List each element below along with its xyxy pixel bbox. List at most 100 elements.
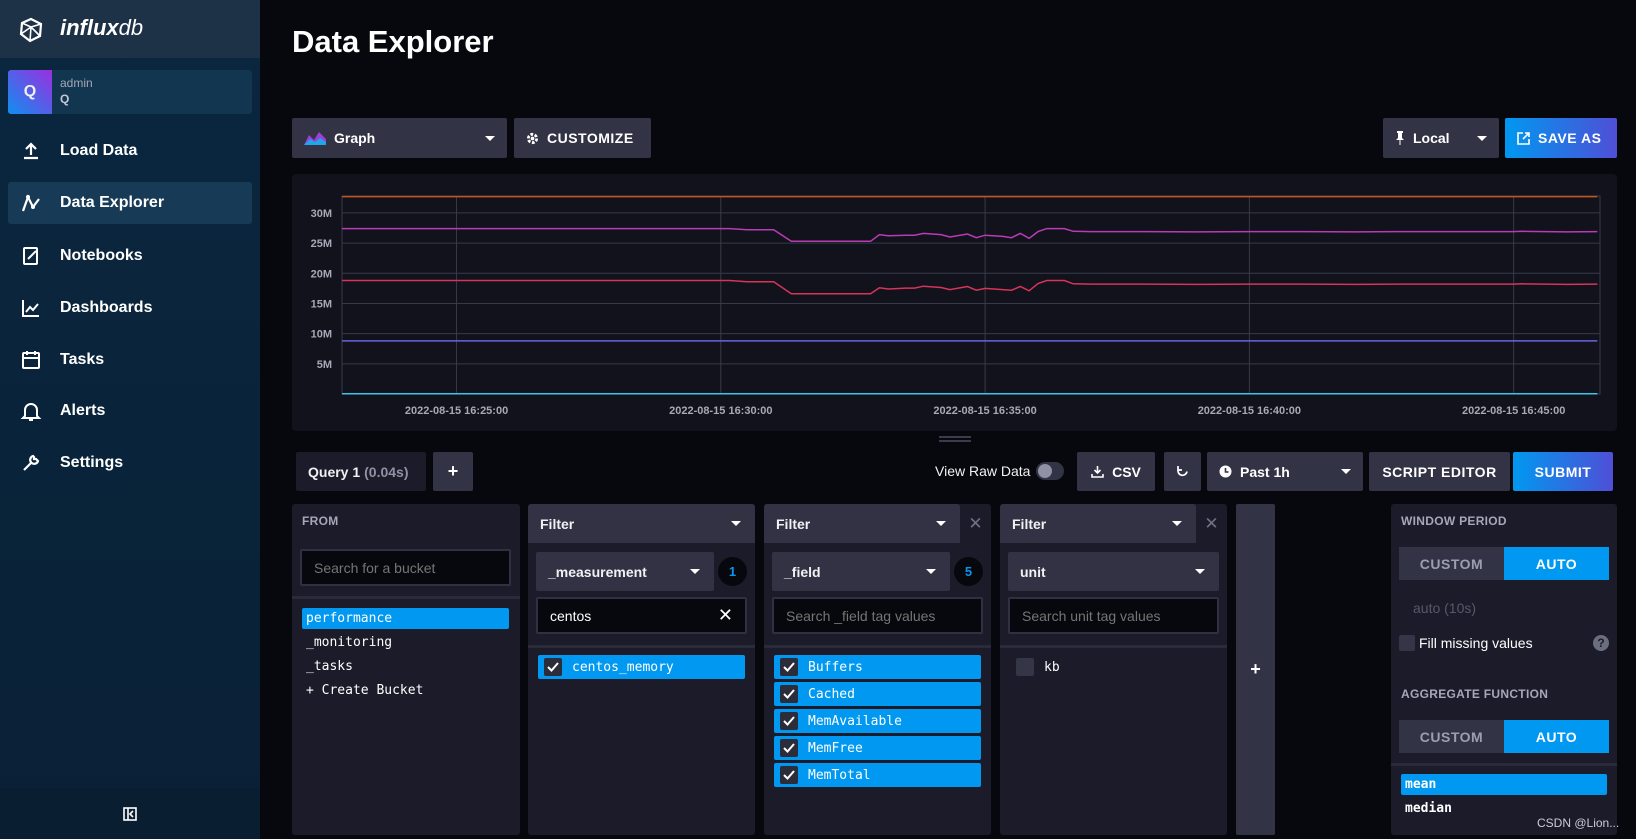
chevron-down-icon	[485, 135, 495, 141]
submit-button[interactable]: SUBMIT	[1513, 452, 1613, 491]
create-bucket-button[interactable]: + Create Bucket	[302, 680, 509, 701]
function-item-mean[interactable]: mean	[1401, 774, 1607, 795]
bucket-item-tasks[interactable]: _tasks	[302, 656, 509, 677]
bucket-search-input[interactable]	[300, 549, 511, 586]
sidebar-item-label: Load Data	[60, 142, 138, 159]
sidebar-item-label: Notebooks	[60, 247, 143, 264]
tag-search-input[interactable]: centos ✕	[536, 597, 747, 634]
tag-value-list: centos_memory	[538, 655, 745, 679]
window-auto-button[interactable]: AUTO	[1504, 547, 1609, 580]
function-auto-button[interactable]: AUTO	[1504, 720, 1609, 753]
tag-key-dropdown[interactable]: unit	[1008, 552, 1219, 591]
divider	[292, 596, 520, 599]
sidebar-item-label: Alerts	[60, 402, 106, 419]
logo-text: influxdb	[60, 15, 143, 41]
chevron-down-icon	[1172, 521, 1182, 526]
filter-header-label: Filter	[540, 515, 575, 532]
tag-value-list: Buffers Cached MemAvailable MemFree MemT…	[774, 655, 981, 787]
x-tick-label: 2022-08-15 16:35:00	[933, 405, 1036, 417]
bucket-item-performance[interactable]: performance	[302, 608, 509, 629]
chevron-down-icon	[731, 521, 741, 526]
aggregate-panel: WINDOW PERIOD CUSTOM AUTO auto (10s) Fil…	[1391, 504, 1617, 835]
sidebar-item-label: Data Explorer	[60, 194, 165, 211]
filter-panel-measurement: Filter _measurement 1 centos ✕ centos_mem…	[528, 504, 755, 835]
script-editor-button[interactable]: SCRIPT EDITOR	[1369, 452, 1510, 491]
add-filter-button[interactable]: +	[1236, 504, 1275, 835]
tab-query-1[interactable]: Query 1 (0.04s)	[296, 452, 426, 491]
query-time: (0.04s)	[364, 463, 409, 480]
graph-icon	[21, 194, 40, 212]
remove-filter-button[interactable]: ✕	[1196, 504, 1227, 543]
timezone-label: Local	[1413, 130, 1450, 146]
checkbox-checked-icon	[780, 766, 798, 784]
window-custom-button[interactable]: CUSTOM	[1399, 547, 1504, 580]
customize-button[interactable]: CUSTOMIZE	[514, 118, 651, 158]
wrench-icon	[23, 454, 40, 471]
divider	[528, 645, 755, 648]
remove-filter-button[interactable]: ✕	[960, 504, 991, 543]
filter-function-dropdown[interactable]: Filter	[1000, 504, 1196, 543]
sidebar-item-label: Settings	[60, 454, 124, 471]
page-title: Data Explorer	[292, 24, 494, 59]
user-card[interactable]: Q admin Q	[8, 70, 252, 114]
upload-icon	[24, 142, 38, 160]
tag-key-label: _field	[784, 563, 821, 580]
collapse-sidebar-button[interactable]	[0, 788, 260, 839]
add-query-button[interactable]: +	[433, 452, 473, 491]
sidebar-item-notebooks[interactable]: Notebooks	[8, 235, 252, 277]
tag-value-item[interactable]: centos_memory	[538, 655, 745, 679]
clear-icon[interactable]: ✕	[718, 605, 733, 626]
line-chart[interactable]: 5M 10M 15M 20M 25M 30M 2022-08-15 16:25:00 2022…	[292, 174, 1617, 431]
help-icon[interactable]: ?	[1593, 635, 1609, 651]
sidebar-item-tasks[interactable]: Tasks	[8, 339, 252, 381]
sidebar-item-settings[interactable]: Settings	[8, 442, 252, 484]
tag-search-input[interactable]	[1008, 597, 1219, 634]
tag-value-label: MemAvailable	[808, 713, 902, 729]
chevron-down-icon	[690, 569, 700, 574]
tag-value-item[interactable]: MemAvailable	[774, 709, 981, 733]
tag-key-dropdown[interactable]: _measurement	[536, 552, 714, 591]
from-label: FROM	[302, 514, 339, 528]
view-raw-data-label: View Raw Data	[935, 463, 1031, 479]
tag-value-item[interactable]: MemTotal	[774, 763, 981, 787]
tag-value-label: centos_memory	[572, 659, 674, 675]
resize-handle[interactable]	[939, 436, 971, 442]
y-tick-label: 25M	[311, 238, 332, 250]
tag-search-input[interactable]	[772, 597, 983, 634]
sidebar-item-data-explorer[interactable]: Data Explorer	[8, 182, 252, 224]
user-org: Q	[60, 92, 70, 106]
filter-function-dropdown[interactable]: Filter	[764, 504, 960, 543]
refresh-button[interactable]	[1164, 452, 1201, 491]
chevron-down-icon	[1195, 569, 1205, 574]
filter-function-dropdown[interactable]: Filter	[528, 504, 755, 543]
download-icon	[1091, 466, 1104, 478]
tag-value-item[interactable]: Cached	[774, 682, 981, 706]
tag-value-item[interactable]: MemFree	[774, 736, 981, 760]
query-tab-label: Query 1	[308, 463, 361, 480]
function-list: mean median	[1401, 774, 1607, 819]
filter-header-label: Filter	[1012, 515, 1047, 532]
tag-key-label: _measurement	[548, 563, 647, 580]
y-tick-label: 15M	[311, 298, 332, 310]
sidebar-item-dashboards[interactable]: Dashboards	[8, 287, 252, 329]
save-as-button[interactable]: SAVE AS	[1505, 118, 1617, 158]
filter-header-label: Filter	[776, 515, 811, 532]
bucket-list: performance _monitoring _tasks + Create …	[302, 608, 509, 701]
sidebar-item-load-data[interactable]: Load Data	[8, 130, 252, 172]
tag-key-dropdown[interactable]: _field	[772, 552, 950, 591]
time-range-dropdown[interactable]: Past 1h	[1207, 452, 1363, 491]
function-custom-button[interactable]: CUSTOM	[1399, 720, 1504, 753]
checkbox-checked-icon	[780, 658, 798, 676]
bucket-item-monitoring[interactable]: _monitoring	[302, 632, 509, 653]
view-raw-data-toggle[interactable]	[1036, 462, 1064, 480]
vis-type-dropdown[interactable]: Graph	[292, 118, 507, 158]
tag-value-item[interactable]: Buffers	[774, 655, 981, 679]
toggle-knob	[1038, 464, 1052, 478]
csv-button[interactable]: CSV	[1077, 452, 1155, 491]
tag-search-value: centos	[550, 607, 592, 624]
tag-value-item[interactable]: kb	[1010, 655, 1217, 679]
tag-value-label: MemFree	[808, 740, 863, 756]
fill-missing-checkbox[interactable]	[1399, 635, 1415, 651]
sidebar-item-alerts[interactable]: Alerts	[8, 390, 252, 432]
timezone-dropdown[interactable]: Local	[1383, 118, 1499, 158]
